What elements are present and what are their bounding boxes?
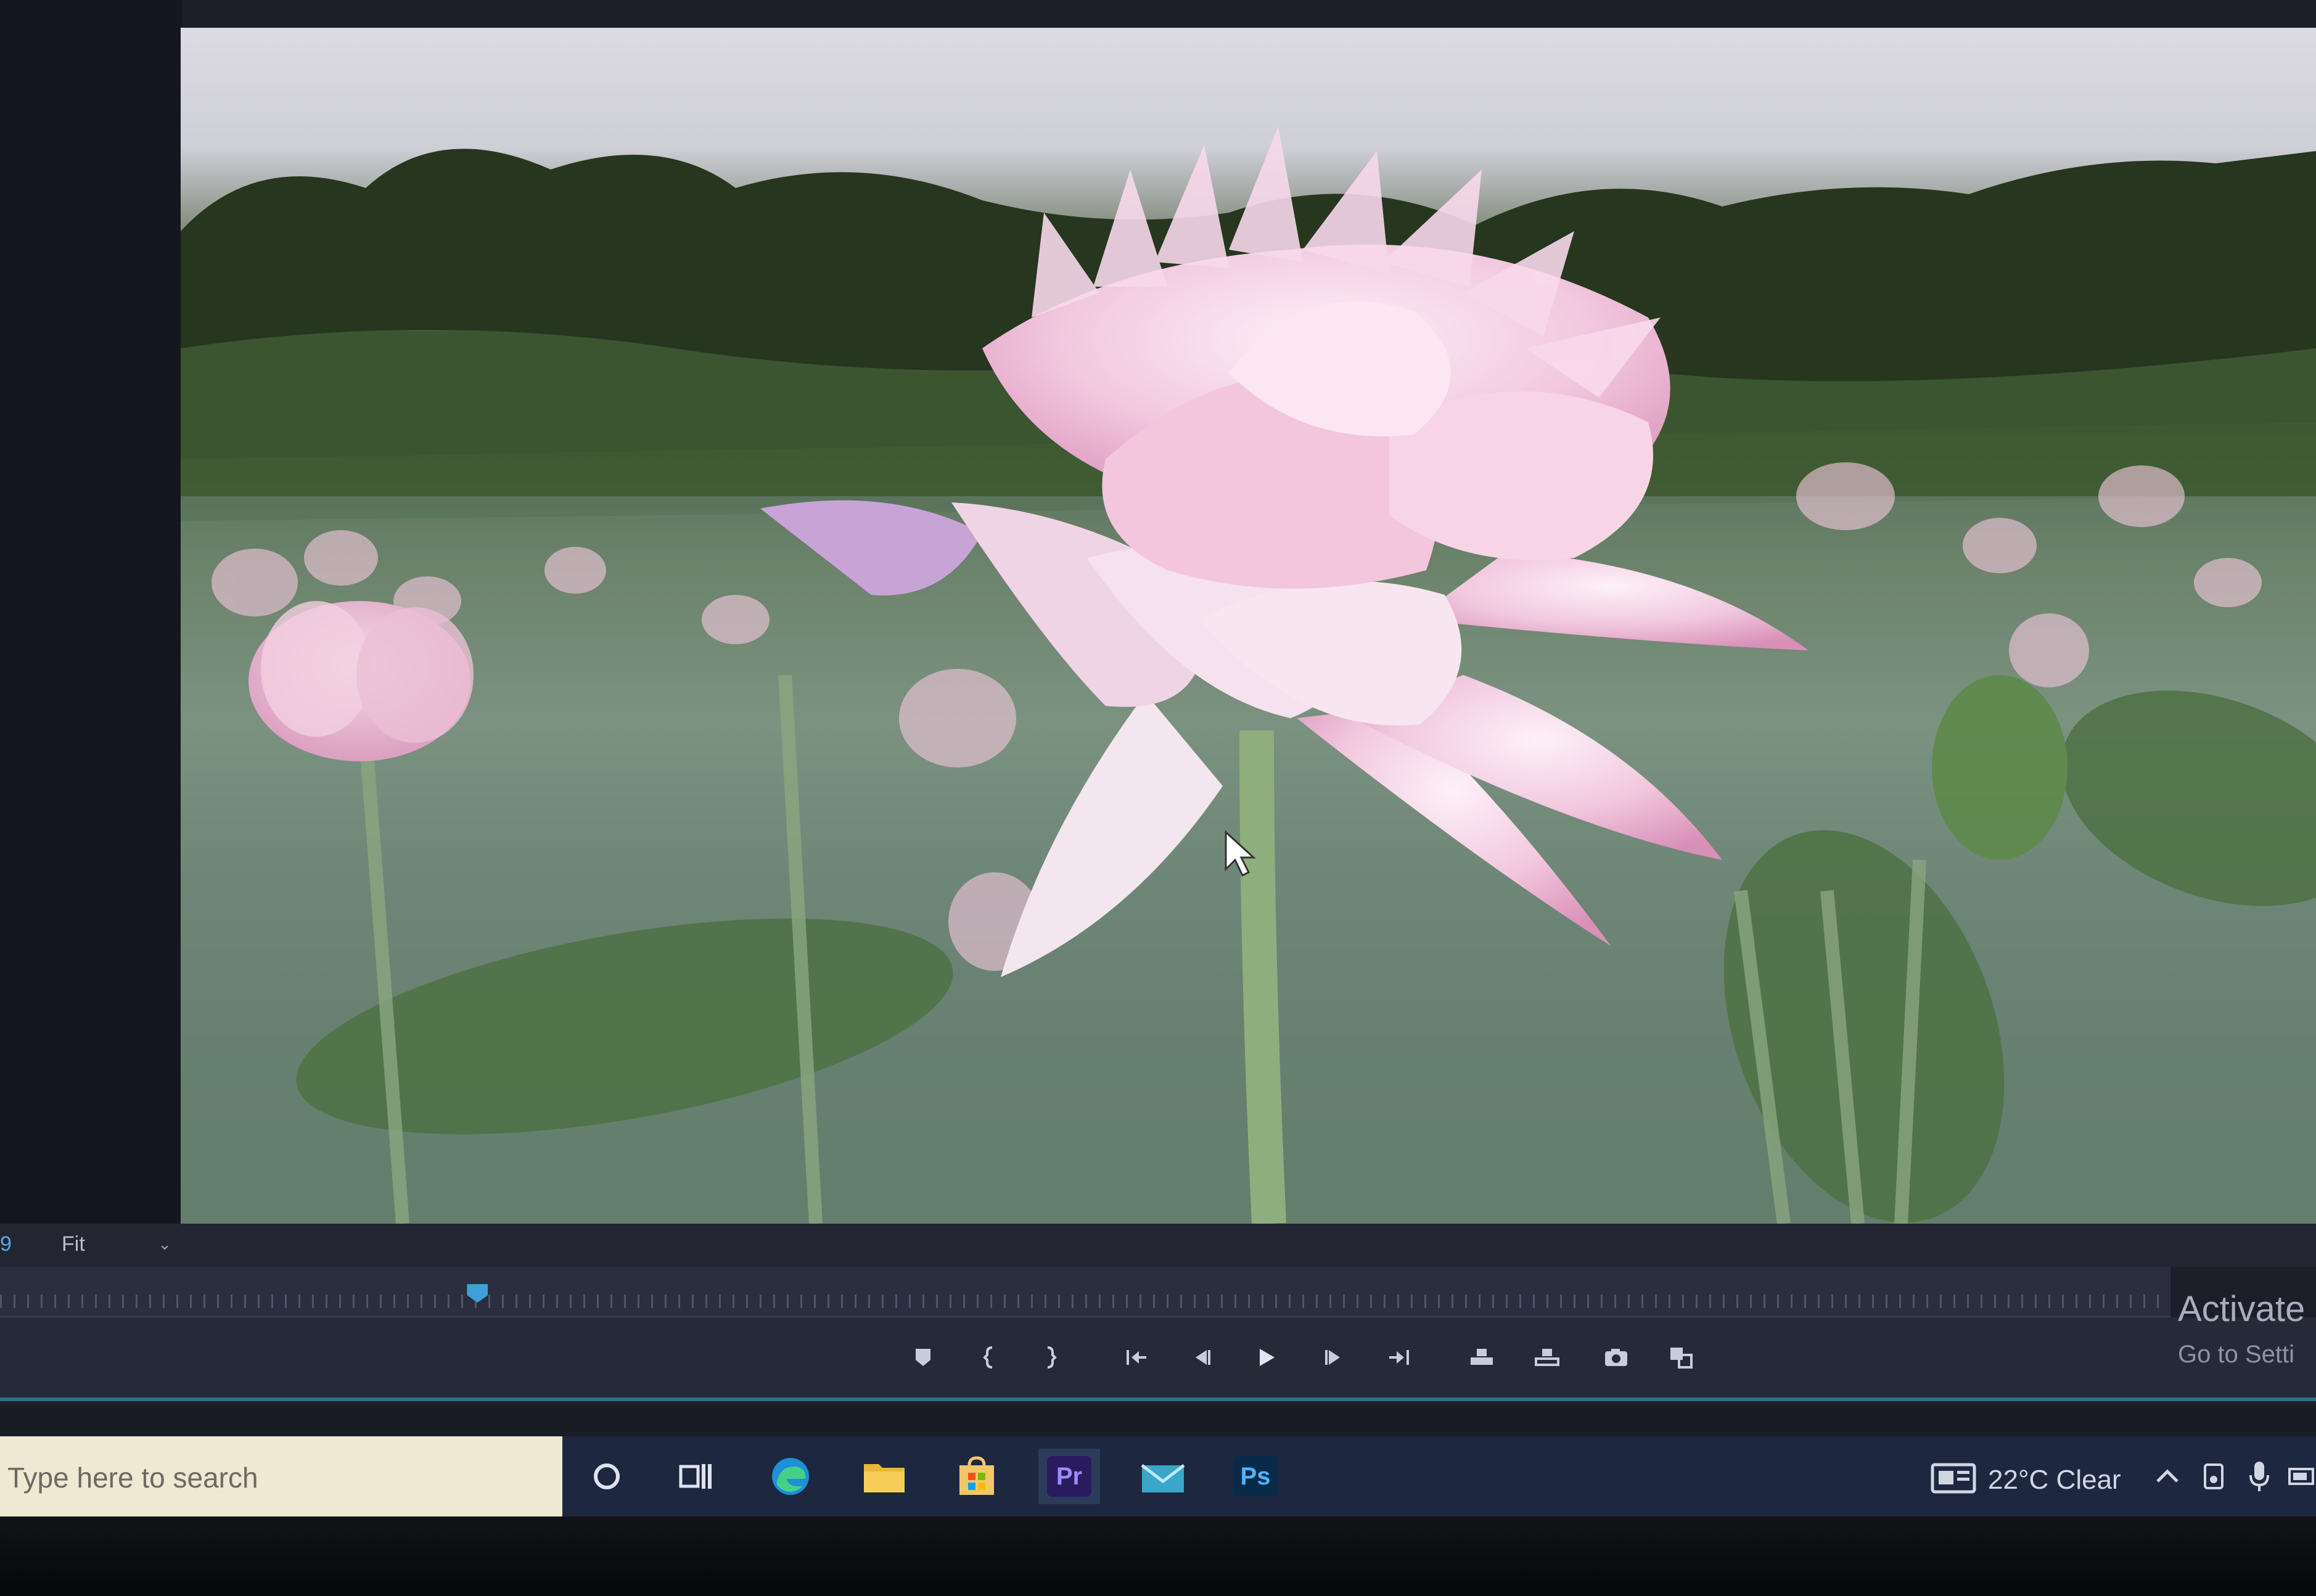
add-marker-button[interactable] (901, 1336, 945, 1379)
monitor-time-ruler[interactable] (0, 1267, 2170, 1317)
news-weather-icon (1931, 1463, 1976, 1494)
folder-icon (864, 1464, 905, 1492)
mail-button[interactable] (1132, 1449, 1194, 1504)
lotus-flower-frame (181, 126, 2316, 1224)
overwrite-icon (1535, 1349, 1559, 1366)
monitor-bezel (0, 1516, 2316, 1596)
edge-icon (772, 1458, 809, 1495)
weather-text: 22°C Clear (1988, 1465, 2121, 1496)
mark-in-button[interactable] (968, 1336, 1011, 1379)
play-button[interactable] (1244, 1336, 1287, 1379)
battery-icon (2288, 1468, 2314, 1485)
ruler-ticks (0, 1295, 2170, 1308)
panel-left-strip (0, 0, 182, 1224)
photoshop-icon: Ps (1233, 1456, 1278, 1497)
microphone-icon (2249, 1462, 2269, 1491)
premiere-pro-button[interactable]: Pr (1038, 1449, 1100, 1504)
chevron-down-icon: ⌄ (158, 1235, 171, 1253)
cortana-circle-icon (594, 1463, 620, 1489)
premiere-pro-icon: Pr (1047, 1456, 1091, 1497)
step-forward-button[interactable] (1312, 1336, 1355, 1379)
overwrite-button[interactable] (1526, 1336, 1569, 1379)
step-forward-icon (1325, 1350, 1340, 1365)
camera-icon (1605, 1349, 1627, 1366)
insert-button[interactable] (1460, 1336, 1503, 1379)
weather-widget[interactable]: 22°C Clear (1924, 1450, 2127, 1505)
zoom-level-value: Fit (62, 1232, 85, 1256)
export-frame-button[interactable] (1595, 1336, 1638, 1379)
mark-out-button[interactable] (1029, 1336, 1072, 1379)
file-explorer-button[interactable] (853, 1449, 915, 1504)
insert-icon (1471, 1349, 1493, 1365)
task-view-button[interactable] (665, 1449, 726, 1504)
search-placeholder: Type here to search (7, 1462, 258, 1494)
battery-tray-button[interactable] (2284, 1455, 2316, 1498)
device-tray-button[interactable] (2195, 1455, 2232, 1498)
step-back-icon (1196, 1350, 1210, 1365)
step-back-button[interactable] (1180, 1336, 1223, 1379)
video-preview (181, 28, 2316, 1224)
microphone-tray-button[interactable] (2241, 1455, 2278, 1498)
play-icon (1260, 1349, 1275, 1366)
playback-timecode-fragment: 9 (0, 1232, 12, 1256)
weather-condition: Clear (2056, 1465, 2121, 1495)
windows-taskbar: Type here to search Pr Ps 22°C Clear (0, 1436, 2316, 1516)
microsoft-store-button[interactable] (946, 1449, 1008, 1504)
button-editor-icon (1670, 1348, 1693, 1369)
go-to-in-button[interactable] (1115, 1336, 1158, 1379)
task-view-icon (679, 1464, 712, 1489)
go-to-out-icon (1389, 1350, 1409, 1365)
show-hidden-icons-button[interactable] (2149, 1455, 2186, 1498)
computer-screen: 9 Fit ⌄ Activate Go to Setti Type here t… (0, 0, 2316, 1516)
taskbar-search-box[interactable]: Type here to search (0, 1436, 562, 1516)
program-monitor-panel: 9 Fit ⌄ Activate Go to Setti (0, 0, 2316, 1406)
mail-icon (1141, 1464, 1185, 1492)
go-to-in-icon (1127, 1350, 1146, 1365)
activate-windows-title: Activate (2178, 1289, 2306, 1329)
chevron-up-icon (2156, 1469, 2178, 1483)
monitor-zoom-row: 9 Fit ⌄ (0, 1224, 2316, 1267)
device-icon (2204, 1463, 2224, 1489)
button-editor-button[interactable] (1660, 1336, 1703, 1379)
panel-border (0, 1398, 2316, 1401)
weather-temperature: 22°C (1988, 1465, 2049, 1495)
zoom-level-dropdown[interactable]: Fit ⌄ (62, 1227, 179, 1261)
transport-controls (0, 1317, 2316, 1398)
mark-out-icon (1047, 1346, 1057, 1369)
marker-icon (916, 1349, 930, 1366)
mark-in-icon (983, 1346, 993, 1369)
cortana-button[interactable] (576, 1449, 638, 1504)
activate-windows-subtitle: Go to Setti (2178, 1341, 2294, 1368)
edge-browser-button[interactable] (760, 1449, 821, 1504)
store-bag-icon (959, 1456, 994, 1495)
photoshop-button[interactable]: Ps (1225, 1449, 1286, 1504)
go-to-out-button[interactable] (1378, 1336, 1421, 1379)
